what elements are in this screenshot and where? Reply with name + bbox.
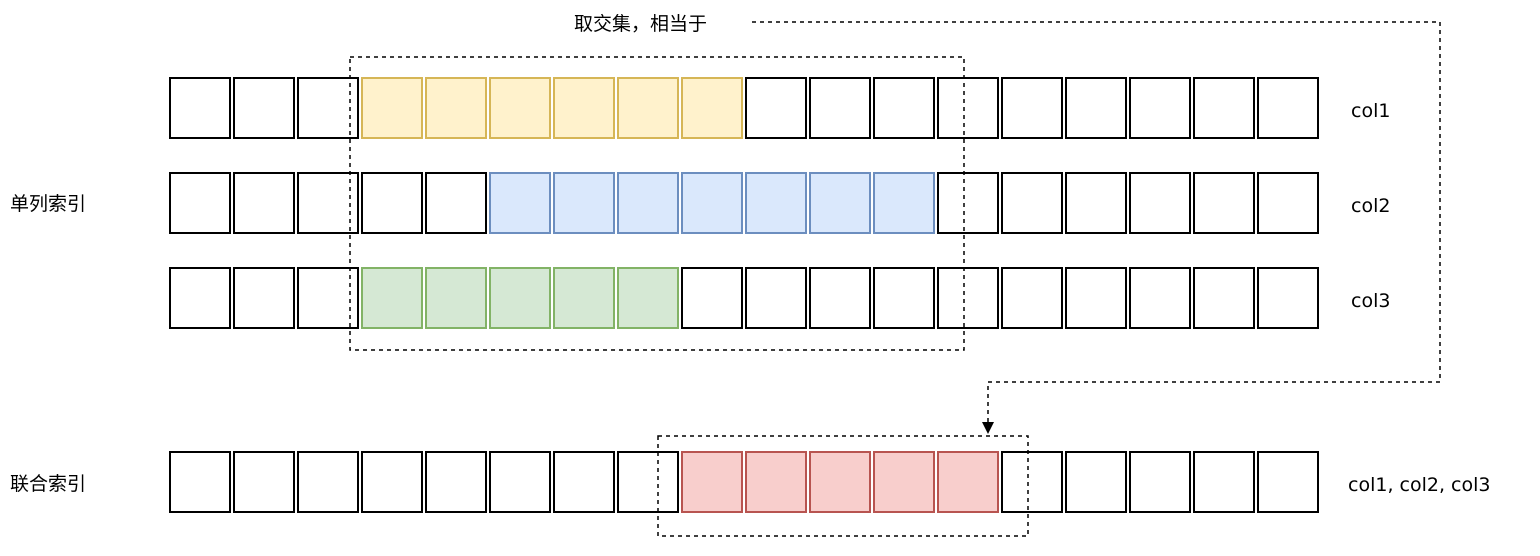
index-cell-combined xyxy=(297,451,359,513)
index-cell-col3 xyxy=(681,267,743,329)
index-cell-col2 xyxy=(1193,172,1255,234)
index-cell-col3 xyxy=(1129,267,1191,329)
index-intersection-diagram: 取交集，相当于 单列索引 联合索引 col1 col2 col3 col1, c… xyxy=(10,13,1490,537)
highlighted-cell-col2 xyxy=(489,172,551,234)
row-label-col2: col2 xyxy=(1351,195,1390,217)
highlighted-cell-combined xyxy=(745,451,807,513)
index-cell-col2 xyxy=(297,172,359,234)
index-cell-col2 xyxy=(1065,172,1127,234)
index-cell-col2 xyxy=(937,172,999,234)
row-label-col3: col3 xyxy=(1351,290,1390,312)
highlighted-cell-col2 xyxy=(617,172,679,234)
highlighted-cell-col2 xyxy=(553,172,615,234)
index-cell-col1 xyxy=(1129,77,1191,139)
index-cell-col1 xyxy=(169,77,231,139)
index-cell-combined xyxy=(361,451,423,513)
highlighted-cell-col1 xyxy=(489,77,551,139)
index-cell-combined xyxy=(1129,451,1191,513)
index-cell-col1 xyxy=(1065,77,1127,139)
highlighted-cell-col2 xyxy=(873,172,935,234)
index-cell-col3 xyxy=(1065,267,1127,329)
highlighted-cell-col2 xyxy=(809,172,871,234)
index-cell-col1 xyxy=(937,77,999,139)
index-cell-combined xyxy=(1257,451,1319,513)
highlighted-cell-col2 xyxy=(681,172,743,234)
index-cell-combined xyxy=(233,451,295,513)
index-cell-col1 xyxy=(1193,77,1255,139)
index-cell-col3 xyxy=(1257,267,1319,329)
row-label-col1: col1 xyxy=(1351,100,1390,122)
index-cell-combined xyxy=(489,451,551,513)
highlighted-cell-combined xyxy=(681,451,743,513)
index-cell-col2 xyxy=(169,172,231,234)
index-cell-col1 xyxy=(809,77,871,139)
composite-index-label: 联合索引 xyxy=(10,473,86,495)
index-cell-col3 xyxy=(809,267,871,329)
index-cell-col3 xyxy=(233,267,295,329)
row-label-combined: col1, col2, col3 xyxy=(1348,474,1490,496)
highlighted-cell-col3 xyxy=(489,267,551,329)
index-cell-col3 xyxy=(873,267,935,329)
index-cell-col3 xyxy=(937,267,999,329)
index-cell-combined xyxy=(617,451,679,513)
index-cell-col1 xyxy=(297,77,359,139)
index-cell-col1 xyxy=(873,77,935,139)
index-cell-combined xyxy=(169,451,231,513)
index-cell-combined xyxy=(553,451,615,513)
index-cell-col1 xyxy=(1001,77,1063,139)
index-cell-combined xyxy=(1065,451,1127,513)
index-cell-col2 xyxy=(233,172,295,234)
index-cell-col3 xyxy=(1193,267,1255,329)
highlighted-cell-col3 xyxy=(553,267,615,329)
intersection-note: 取交集，相当于 xyxy=(574,13,707,35)
highlighted-cell-combined xyxy=(937,451,999,513)
index-cell-col3 xyxy=(745,267,807,329)
index-cell-col1 xyxy=(1257,77,1319,139)
index-cell-col2 xyxy=(1257,172,1319,234)
index-cell-col2 xyxy=(425,172,487,234)
index-cell-combined xyxy=(1001,451,1063,513)
highlighted-cell-col1 xyxy=(361,77,423,139)
highlighted-cell-col1 xyxy=(425,77,487,139)
index-cell-col3 xyxy=(297,267,359,329)
highlighted-cell-combined xyxy=(809,451,871,513)
highlighted-cell-col1 xyxy=(681,77,743,139)
highlighted-cell-combined xyxy=(873,451,935,513)
index-cell-col2 xyxy=(361,172,423,234)
single-column-index-label: 单列索引 xyxy=(10,193,86,215)
highlighted-cell-col3 xyxy=(617,267,679,329)
index-cell-col1 xyxy=(745,77,807,139)
highlighted-cell-col1 xyxy=(553,77,615,139)
highlighted-cell-col3 xyxy=(361,267,423,329)
index-cell-col3 xyxy=(169,267,231,329)
index-cell-col3 xyxy=(1001,267,1063,329)
highlighted-cell-col2 xyxy=(745,172,807,234)
index-cell-col1 xyxy=(233,77,295,139)
cells-layer xyxy=(169,77,1319,513)
index-cell-col2 xyxy=(1001,172,1063,234)
highlighted-cell-col1 xyxy=(617,77,679,139)
highlighted-cell-col3 xyxy=(425,267,487,329)
index-cell-combined xyxy=(425,451,487,513)
index-cell-combined xyxy=(1193,451,1255,513)
index-cell-col2 xyxy=(1129,172,1191,234)
